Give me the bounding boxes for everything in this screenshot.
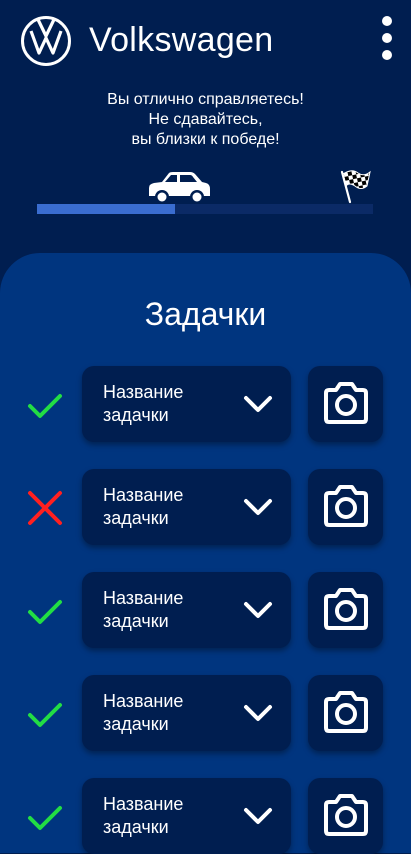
- camera-icon: [324, 691, 368, 733]
- task-row: Название задачки: [0, 675, 411, 751]
- status-icon: [26, 489, 64, 527]
- task-row: Название задачки: [0, 366, 411, 442]
- camera-button[interactable]: [308, 366, 383, 442]
- motivation-text: Вы отлично справляетесь! Не сдавайтесь, …: [0, 90, 411, 150]
- chevron-down-icon: [244, 396, 272, 412]
- task-name: Название задачки: [103, 794, 184, 837]
- more-vert-icon[interactable]: [376, 16, 398, 66]
- task-name: Название задачки: [103, 382, 184, 425]
- task-row: Название задачки: [0, 778, 411, 854]
- check-icon: [28, 806, 62, 830]
- chevron-down-icon: [244, 602, 272, 618]
- finish-flag-icon: [340, 170, 371, 204]
- check-icon: [28, 394, 62, 418]
- camera-icon: [324, 382, 368, 424]
- brand-title: Volkswagen: [89, 21, 274, 59]
- status-icon: [26, 592, 64, 630]
- task-dropdown[interactable]: Название задачки: [82, 366, 291, 442]
- progress-bar: [37, 204, 373, 214]
- app-header: Volkswagen: [0, 0, 411, 80]
- task-row: Название задачки: [0, 572, 411, 648]
- camera-icon: [324, 588, 368, 630]
- motivation-line-2: Не сдавайтесь,: [148, 111, 263, 128]
- status-icon: [26, 695, 64, 733]
- task-name: Название задачки: [103, 588, 184, 631]
- car-icon: [149, 172, 210, 204]
- task-dropdown[interactable]: Название задачки: [82, 675, 291, 751]
- check-icon: [28, 600, 62, 624]
- task-dropdown[interactable]: Название задачки: [82, 778, 291, 854]
- tasks-title: Задачки: [144, 296, 267, 332]
- task-name: Название задачки: [103, 485, 184, 528]
- camera-button[interactable]: [308, 572, 383, 648]
- task-dropdown[interactable]: Название задачки: [82, 469, 291, 545]
- progress-bar-fill: [37, 204, 175, 214]
- tasks-panel: [0, 253, 411, 853]
- camera-button[interactable]: [308, 675, 383, 751]
- task-name: Название задачки: [103, 691, 184, 734]
- camera-icon: [324, 485, 368, 527]
- cross-icon: [28, 491, 62, 525]
- camera-button[interactable]: [308, 778, 383, 854]
- motivation-line-3: вы близки к победе!: [131, 131, 280, 148]
- chevron-down-icon: [244, 808, 272, 824]
- camera-icon: [324, 794, 368, 836]
- chevron-down-icon: [244, 499, 272, 515]
- status-icon: [26, 386, 64, 424]
- motivation-line-1: Вы отлично справляетесь!: [107, 91, 304, 108]
- status-icon: [26, 798, 64, 836]
- check-icon: [28, 703, 62, 727]
- camera-button[interactable]: [308, 469, 383, 545]
- vw-logo-icon: [21, 16, 71, 66]
- task-dropdown[interactable]: Название задачки: [82, 572, 291, 648]
- chevron-down-icon: [244, 705, 272, 721]
- task-row: Название задачки: [0, 469, 411, 545]
